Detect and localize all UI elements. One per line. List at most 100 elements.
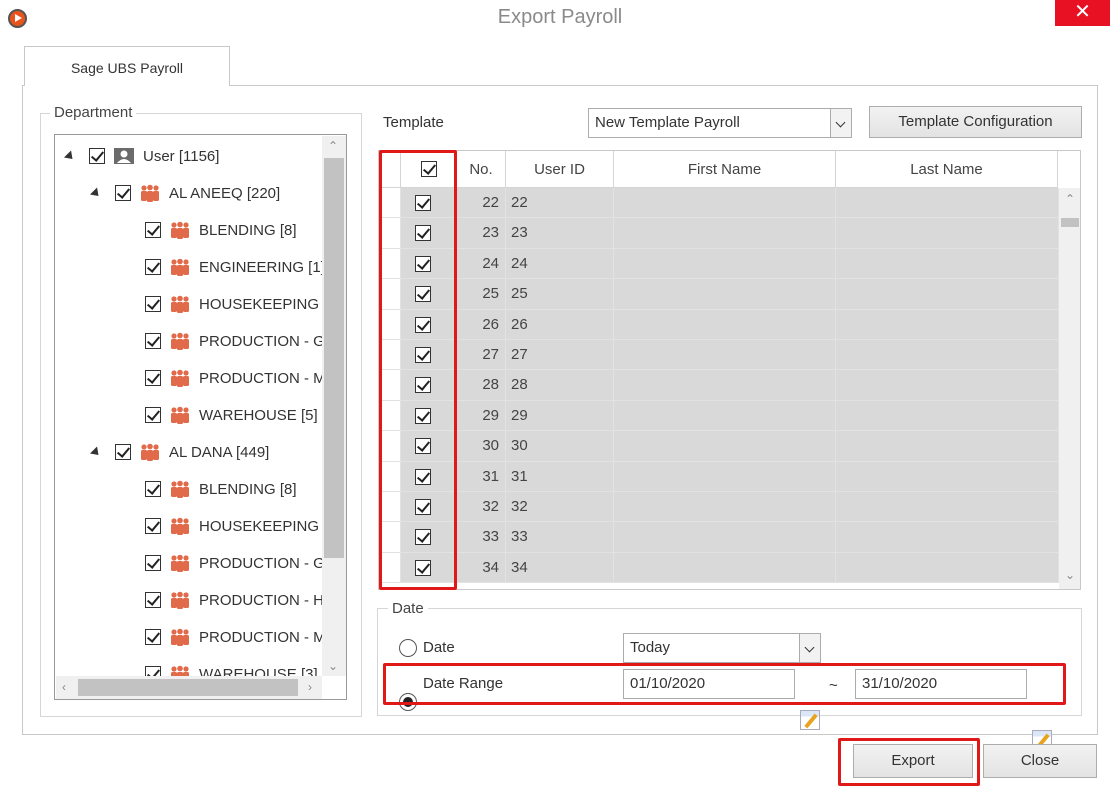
tree-item-checkbox[interactable] <box>89 148 105 164</box>
table-row[interactable]: 25 25 <box>379 279 1059 310</box>
expand-arrow-icon[interactable] <box>63 149 77 163</box>
date-preset-select[interactable]: Today <box>623 633 821 663</box>
table-row[interactable]: 30 30 <box>379 431 1059 462</box>
column-header-last-name[interactable]: Last Name <box>836 151 1058 188</box>
cell-user-id: 29 <box>506 400 614 432</box>
table-row[interactable]: 24 24 <box>379 248 1059 280</box>
tree-item[interactable]: PRODUCTION - M <box>145 363 326 393</box>
cell-no: 33 <box>457 522 506 553</box>
cell-last-name <box>836 248 1059 280</box>
tree-item-checkbox[interactable] <box>115 444 131 460</box>
tree-item[interactable]: HOUSEKEEPING - <box>145 289 328 319</box>
grid-vertical-scroll-thumb[interactable] <box>1061 218 1079 227</box>
tree-item[interactable]: AL DANA [449] <box>89 437 269 467</box>
tree-scroll-down-icon[interactable]: ⌄ <box>328 660 338 672</box>
table-row[interactable]: 26 26 <box>379 309 1059 340</box>
group-icon <box>171 221 189 239</box>
tree-scroll-left-icon[interactable]: ‹ <box>62 681 66 693</box>
tree-item-checkbox[interactable] <box>145 259 161 275</box>
table-row[interactable]: 23 23 <box>379 218 1059 249</box>
tab-sage-ubs-payroll[interactable]: Sage UBS Payroll <box>24 46 230 86</box>
table-row[interactable]: 34 34 <box>379 552 1059 584</box>
tree-item-checkbox[interactable] <box>145 592 161 608</box>
date-group-title: Date <box>388 600 428 617</box>
grid-scroll-up-icon[interactable]: ⌃ <box>1065 193 1075 205</box>
tree-item[interactable]: BLENDING [8] <box>145 215 297 245</box>
date-radio[interactable] <box>399 639 417 657</box>
group-icon <box>141 184 159 202</box>
tree-item-checkbox[interactable] <box>145 370 161 386</box>
group-icon <box>171 258 189 276</box>
group-icon <box>171 406 189 424</box>
calendar-icon[interactable] <box>800 710 820 730</box>
tree-item[interactable]: PRODUCTION - H <box>145 585 324 615</box>
tree-item-label: HOUSEKEEPING [8 <box>199 517 336 535</box>
template-configuration-button[interactable]: Template Configuration <box>869 106 1082 138</box>
tree-item[interactable]: WAREHOUSE [5] <box>145 400 318 430</box>
tree-horizontal-scroll-thumb[interactable] <box>78 679 298 696</box>
cell-no: 34 <box>457 552 506 584</box>
table-row[interactable]: 31 31 <box>379 461 1059 492</box>
tree-item[interactable]: User [1156] <box>63 141 219 171</box>
tree-scroll-up-icon[interactable]: ⌃ <box>328 140 338 152</box>
tree-item-checkbox[interactable] <box>145 629 161 645</box>
tree-item[interactable]: BLENDING [8] <box>145 474 297 504</box>
date-range-highlight <box>383 663 1066 705</box>
cell-no: 31 <box>457 461 506 492</box>
tree-item[interactable]: PRODUCTION - G <box>145 548 325 578</box>
tree-item[interactable]: PRODUCTION - G <box>145 326 325 356</box>
tree-item-label: PRODUCTION - G <box>199 332 325 350</box>
cell-no: 29 <box>457 400 506 432</box>
close-window-button[interactable]: ✕ <box>1055 0 1110 26</box>
tree-item[interactable]: ENGINEERING [1] <box>145 252 325 282</box>
group-icon <box>171 480 189 498</box>
tree-item-label: HOUSEKEEPING - <box>199 295 329 313</box>
tree-item[interactable]: HOUSEKEEPING [8 <box>145 511 336 541</box>
template-label: Template <box>383 114 444 131</box>
tree-item[interactable]: AL ANEEQ [220] <box>89 178 281 208</box>
column-header-user-id[interactable]: User ID <box>506 151 614 188</box>
column-header-no[interactable]: No. <box>457 151 506 188</box>
expand-arrow-icon[interactable] <box>89 186 103 200</box>
table-row[interactable]: 22 22 <box>379 188 1059 219</box>
table-row[interactable]: 32 32 <box>379 492 1059 523</box>
cell-first-name <box>614 218 836 249</box>
cell-last-name <box>836 188 1059 219</box>
cell-no: 24 <box>457 248 506 280</box>
cell-first-name <box>614 340 836 371</box>
user-grid[interactable]: No. User ID First Name Last Name 22 22 23 2… <box>378 150 1081 590</box>
department-tree[interactable]: User [1156] AL ANEEQ [220] BLENDING [8] ENG… <box>54 134 347 700</box>
chevron-down-icon[interactable] <box>799 634 820 662</box>
chevron-down-icon[interactable] <box>830 109 851 137</box>
tree-item-checkbox[interactable] <box>145 296 161 312</box>
cell-last-name <box>836 461 1059 492</box>
tree-item-checkbox[interactable] <box>145 407 161 423</box>
tree-item-label: ENGINEERING [1] <box>199 258 325 276</box>
table-row[interactable]: 27 27 <box>379 340 1059 371</box>
tree-item[interactable]: PRODUCTION - M <box>145 622 326 652</box>
cell-last-name <box>836 309 1059 340</box>
template-select[interactable]: New Template Payroll <box>588 108 852 138</box>
tree-item-label: AL ANEEQ [220] <box>169 184 281 202</box>
table-row[interactable]: 33 33 <box>379 522 1059 553</box>
cell-user-id: 33 <box>506 522 614 553</box>
tree-item-checkbox[interactable] <box>115 185 131 201</box>
table-row[interactable]: 29 29 <box>379 400 1059 432</box>
tree-item-checkbox[interactable] <box>145 333 161 349</box>
grid-vertical-scrollbar[interactable] <box>1059 188 1080 589</box>
cell-user-id: 26 <box>506 309 614 340</box>
tree-item-label: PRODUCTION - H <box>199 591 324 609</box>
cell-user-id: 22 <box>506 188 614 219</box>
tree-item-checkbox[interactable] <box>145 518 161 534</box>
column-header-first-name[interactable]: First Name <box>614 151 836 188</box>
tree-item-label: PRODUCTION - G <box>199 554 325 572</box>
tree-item-checkbox[interactable] <box>145 481 161 497</box>
grid-scroll-down-icon[interactable]: ⌄ <box>1065 569 1075 581</box>
tree-vertical-scroll-thumb[interactable] <box>324 158 344 558</box>
tree-scroll-right-icon[interactable]: › <box>308 681 312 693</box>
tree-item-checkbox[interactable] <box>145 222 161 238</box>
tree-item-checkbox[interactable] <box>145 555 161 571</box>
close-button[interactable]: Close <box>983 744 1097 778</box>
table-row[interactable]: 28 28 <box>379 370 1059 401</box>
expand-arrow-icon[interactable] <box>89 445 103 459</box>
